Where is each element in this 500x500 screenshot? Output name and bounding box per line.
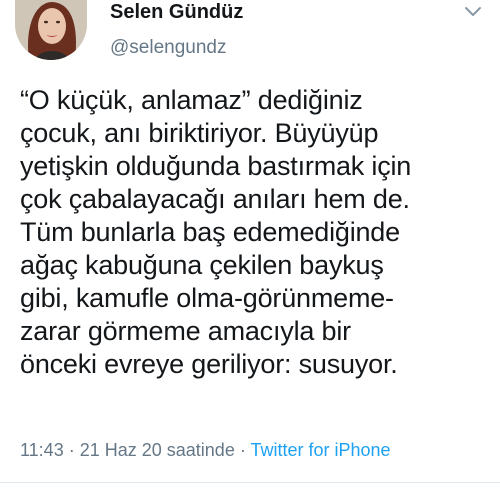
tweet-line: çocuk, anı biriktiriyor. Büyüyüp bbox=[20, 118, 379, 148]
tweet-line: zarar görmeme amacıyla bir bbox=[20, 316, 351, 346]
tweet-time[interactable]: 11:43 bbox=[20, 440, 64, 460]
tweet-source-link[interactable]: Twitter for iPhone bbox=[251, 440, 391, 460]
tweet-meta: 11:43 · 21 Haz 20 saatinde · Twitter for… bbox=[20, 438, 391, 462]
chevron-down-icon[interactable] bbox=[462, 4, 484, 20]
divider bbox=[0, 482, 500, 483]
tweet-line: yetişkin olduğunda bastırmak için bbox=[20, 151, 412, 181]
tweet-text: “O küçük, anlamaz” dediğiniz çocuk, anı … bbox=[20, 84, 490, 381]
tweet-line: ağaç kabuğuna çekilen baykuş bbox=[20, 250, 384, 280]
display-name[interactable]: Selen Gündüz bbox=[110, 0, 243, 24]
meta-separator: · bbox=[234, 440, 251, 460]
tweet-line: önceki evreye geriliyor: susuyor. bbox=[20, 349, 398, 379]
tweet-card: Selen Gündüz @selengundz “O küçük, anlam… bbox=[0, 0, 500, 500]
tweet-line: Tüm bunlarla baş edemediğinde bbox=[20, 217, 400, 247]
avatar[interactable] bbox=[15, 0, 87, 60]
tweet-date[interactable]: 21 Haz 20 saatinde bbox=[80, 440, 235, 460]
profile-photo-icon bbox=[15, 0, 87, 60]
tweet-line: gibi, kamufle olma-görünmeme- bbox=[20, 283, 394, 313]
meta-separator: · bbox=[63, 440, 80, 460]
tweet-line: çok çabalayacağı anıları hem de. bbox=[20, 184, 410, 214]
tweet-line: “O küçük, anlamaz” dediğiniz bbox=[20, 85, 363, 115]
user-handle[interactable]: @selengundz bbox=[110, 36, 226, 60]
